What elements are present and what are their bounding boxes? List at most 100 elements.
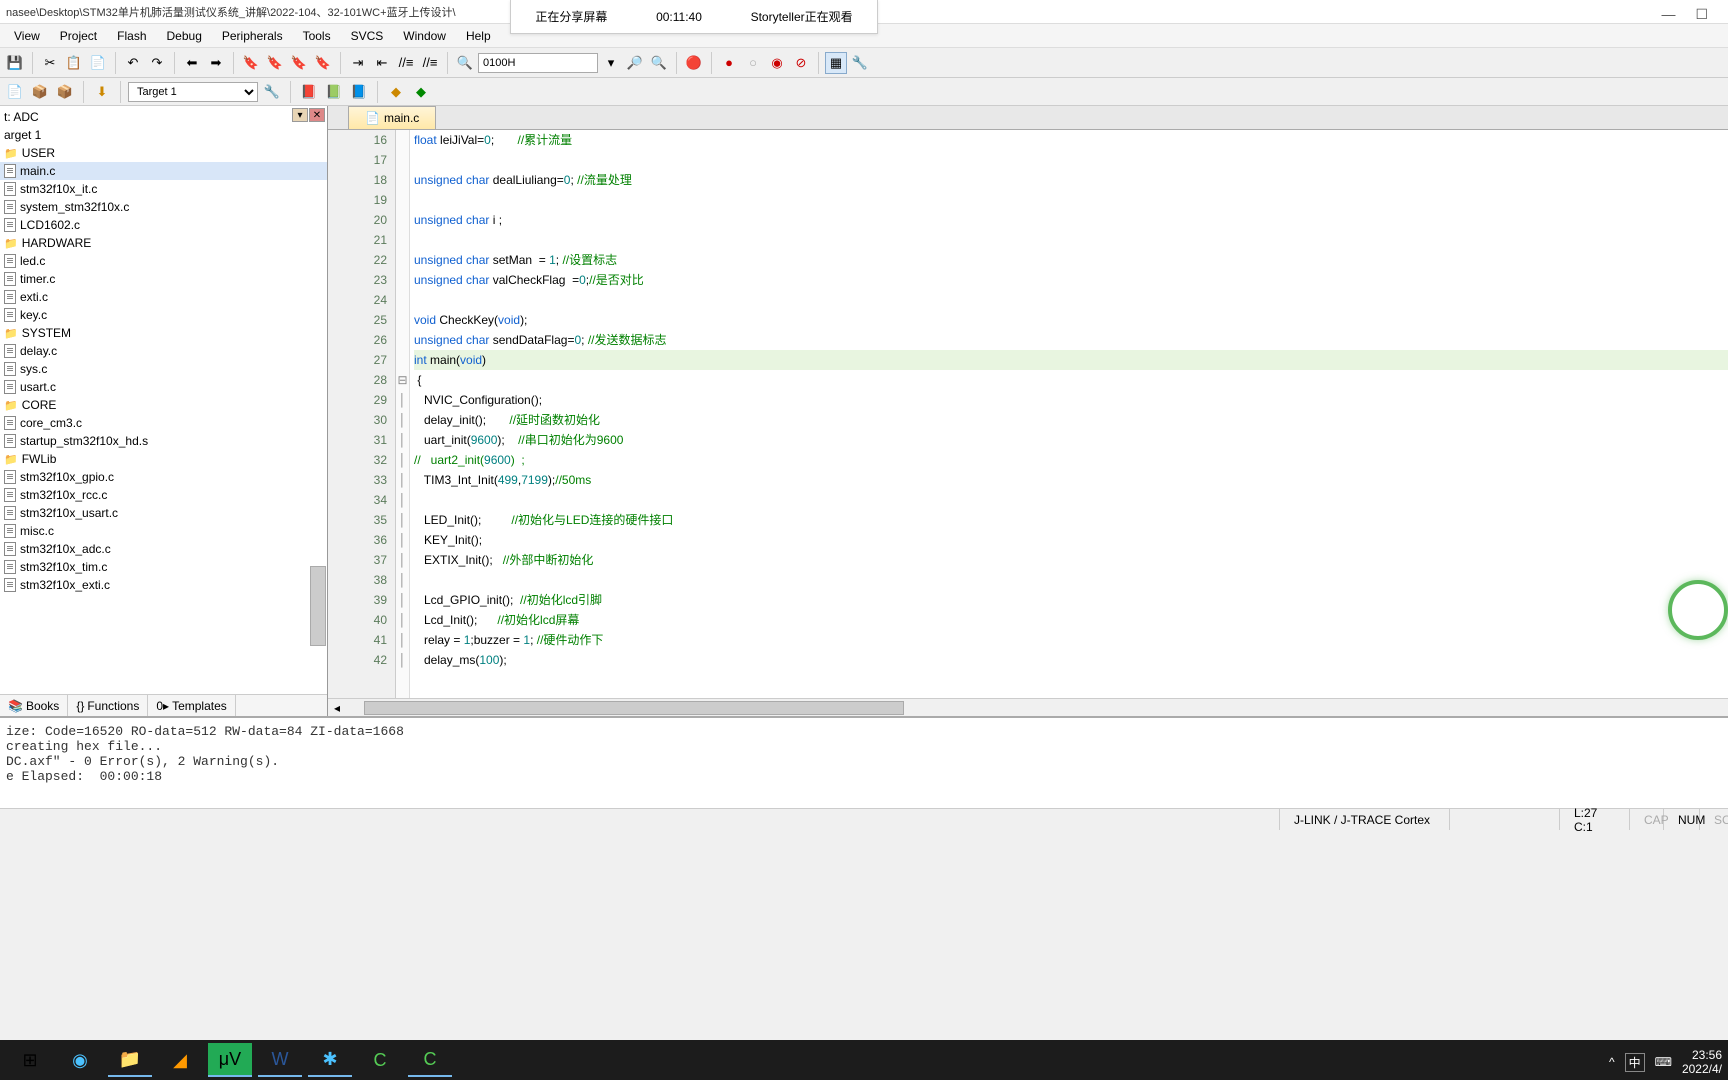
- taskbar-edge[interactable]: ◉: [58, 1043, 102, 1077]
- editor-tab-main[interactable]: 📄 main.c: [348, 106, 436, 129]
- tree-group-hardware[interactable]: HARDWARE: [0, 234, 327, 252]
- dropdown-icon[interactable]: ▾: [600, 52, 622, 74]
- taskbar-tencent[interactable]: ✱: [308, 1043, 352, 1077]
- project-tree[interactable]: t: ADC arget 1 USER main.c stm32f10x_it.…: [0, 106, 327, 694]
- tree-target[interactable]: arget 1: [0, 126, 327, 144]
- copy-icon[interactable]: 📋: [63, 52, 85, 74]
- tray-expand-icon[interactable]: ^: [1609, 1055, 1615, 1069]
- code-body[interactable]: float leiJiVal=0; //累计流量unsigned char de…: [410, 130, 1728, 698]
- breakpoint-icon[interactable]: ◉: [766, 52, 788, 74]
- tree-file[interactable]: stm32f10x_adc.c: [0, 540, 327, 558]
- tree-file[interactable]: stm32f10x_rcc.c: [0, 486, 327, 504]
- tray-keyboard-icon[interactable]: ⌨: [1655, 1055, 1672, 1069]
- file-ext-icon[interactable]: 📗: [323, 81, 345, 103]
- build-icon[interactable]: 📦: [29, 81, 51, 103]
- menu-peripherals[interactable]: Peripherals: [212, 29, 293, 43]
- panel-pin-icon[interactable]: ▾: [292, 108, 308, 122]
- tree-group-core[interactable]: CORE: [0, 396, 327, 414]
- menu-help[interactable]: Help: [456, 29, 501, 43]
- tree-file[interactable]: delay.c: [0, 342, 327, 360]
- tree-file[interactable]: misc.c: [0, 522, 327, 540]
- editor-hscroll[interactable]: ◂: [328, 698, 1728, 716]
- tree-file[interactable]: stm32f10x_usart.c: [0, 504, 327, 522]
- menu-tools[interactable]: Tools: [293, 29, 341, 43]
- bookmark-icon[interactable]: 🔖: [240, 52, 262, 74]
- tree-file[interactable]: core_cm3.c: [0, 414, 327, 432]
- address-input[interactable]: [478, 53, 598, 73]
- tab-books[interactable]: 📚Books: [0, 695, 68, 716]
- target-select[interactable]: Target 1: [128, 82, 258, 102]
- floating-action-button[interactable]: [1668, 580, 1728, 640]
- menu-view[interactable]: View: [4, 29, 50, 43]
- code-editor[interactable]: 1617181920212223242526272829303132333435…: [328, 130, 1728, 698]
- menu-window[interactable]: Window: [393, 29, 456, 43]
- record-icon[interactable]: ●: [718, 52, 740, 74]
- tree-root[interactable]: t: ADC: [0, 108, 327, 126]
- menu-project[interactable]: Project: [50, 29, 107, 43]
- tree-file[interactable]: stm32f10x_it.c: [0, 180, 327, 198]
- menu-debug[interactable]: Debug: [157, 29, 212, 43]
- tree-file[interactable]: system_stm32f10x.c: [0, 198, 327, 216]
- tree-file[interactable]: main.c: [0, 162, 327, 180]
- goto-icon[interactable]: 🔎: [624, 52, 646, 74]
- pack-icon[interactable]: ◆: [385, 81, 407, 103]
- minimize-button[interactable]: —: [1661, 6, 1675, 23]
- debug-icon[interactable]: 🔴: [683, 52, 705, 74]
- download-icon[interactable]: ⬇: [91, 81, 113, 103]
- books-icon[interactable]: 📘: [348, 81, 370, 103]
- target-options-icon[interactable]: 🔧: [261, 81, 283, 103]
- menu-svcs[interactable]: SVCS: [341, 29, 394, 43]
- fold-column[interactable]: ⊟││││││││││││││: [396, 130, 410, 698]
- taskbar-wechat[interactable]: C: [358, 1043, 402, 1077]
- tree-file[interactable]: usart.c: [0, 378, 327, 396]
- taskbar-app1[interactable]: ◢: [158, 1043, 202, 1077]
- tree-file[interactable]: sys.c: [0, 360, 327, 378]
- build-output[interactable]: ize: Code=16520 RO-data=512 RW-data=84 Z…: [0, 716, 1728, 808]
- undo-icon[interactable]: ↶: [122, 52, 144, 74]
- bookmark-prev-icon[interactable]: 🔖: [264, 52, 286, 74]
- nav-fwd-icon[interactable]: ➡: [205, 52, 227, 74]
- pack-install-icon[interactable]: ◆: [410, 81, 432, 103]
- tab-templates[interactable]: 0▸Templates: [148, 695, 235, 716]
- rebuild-icon[interactable]: 📦: [54, 81, 76, 103]
- tree-group-fwlib[interactable]: FWLib: [0, 450, 327, 468]
- start-button[interactable]: ⊞: [8, 1043, 52, 1077]
- system-tray[interactable]: ^ 中 ⌨ 23:56 2022/4/: [1609, 1048, 1722, 1076]
- tree-file[interactable]: LCD1602.c: [0, 216, 327, 234]
- taskbar-word[interactable]: W: [258, 1043, 302, 1077]
- taskbar-camtasia[interactable]: C: [408, 1043, 452, 1077]
- taskbar-keil[interactable]: μV: [208, 1043, 252, 1077]
- tree-group-system[interactable]: SYSTEM: [0, 324, 327, 342]
- manage-icon[interactable]: 📕: [298, 81, 320, 103]
- menu-flash[interactable]: Flash: [107, 29, 156, 43]
- cut-icon[interactable]: ✂: [39, 52, 61, 74]
- tree-file[interactable]: exti.c: [0, 288, 327, 306]
- tray-ime[interactable]: 中: [1625, 1053, 1645, 1072]
- tree-scrollbar[interactable]: [310, 566, 326, 646]
- config-icon[interactable]: 🔧: [849, 52, 871, 74]
- bookmark-clear-icon[interactable]: 🔖: [312, 52, 334, 74]
- tree-file[interactable]: stm32f10x_tim.c: [0, 558, 327, 576]
- maximize-button[interactable]: ☐: [1695, 6, 1708, 23]
- outdent-icon[interactable]: ⇤: [371, 52, 393, 74]
- find-icon[interactable]: 🔍: [454, 52, 476, 74]
- window-icon[interactable]: ▦: [825, 52, 847, 74]
- tree-file[interactable]: key.c: [0, 306, 327, 324]
- tree-file[interactable]: stm32f10x_gpio.c: [0, 468, 327, 486]
- nav-back-icon[interactable]: ⬅: [181, 52, 203, 74]
- tree-file[interactable]: led.c: [0, 252, 327, 270]
- bookmark-next-icon[interactable]: 🔖: [288, 52, 310, 74]
- translate-icon[interactable]: 📄: [4, 81, 26, 103]
- taskbar-explorer[interactable]: 📁: [108, 1043, 152, 1077]
- panel-close-icon[interactable]: ✕: [309, 108, 325, 122]
- paste-icon[interactable]: 📄: [87, 52, 109, 74]
- redo-icon[interactable]: ↷: [146, 52, 168, 74]
- uncomment-icon[interactable]: //≡: [419, 52, 441, 74]
- find-in-files-icon[interactable]: 🔍: [648, 52, 670, 74]
- stop-icon[interactable]: ○: [742, 52, 764, 74]
- tree-file[interactable]: startup_stm32f10x_hd.s: [0, 432, 327, 450]
- indent-icon[interactable]: ⇥: [347, 52, 369, 74]
- tree-group-user[interactable]: USER: [0, 144, 327, 162]
- tree-file[interactable]: stm32f10x_exti.c: [0, 576, 327, 594]
- comment-icon[interactable]: //≡: [395, 52, 417, 74]
